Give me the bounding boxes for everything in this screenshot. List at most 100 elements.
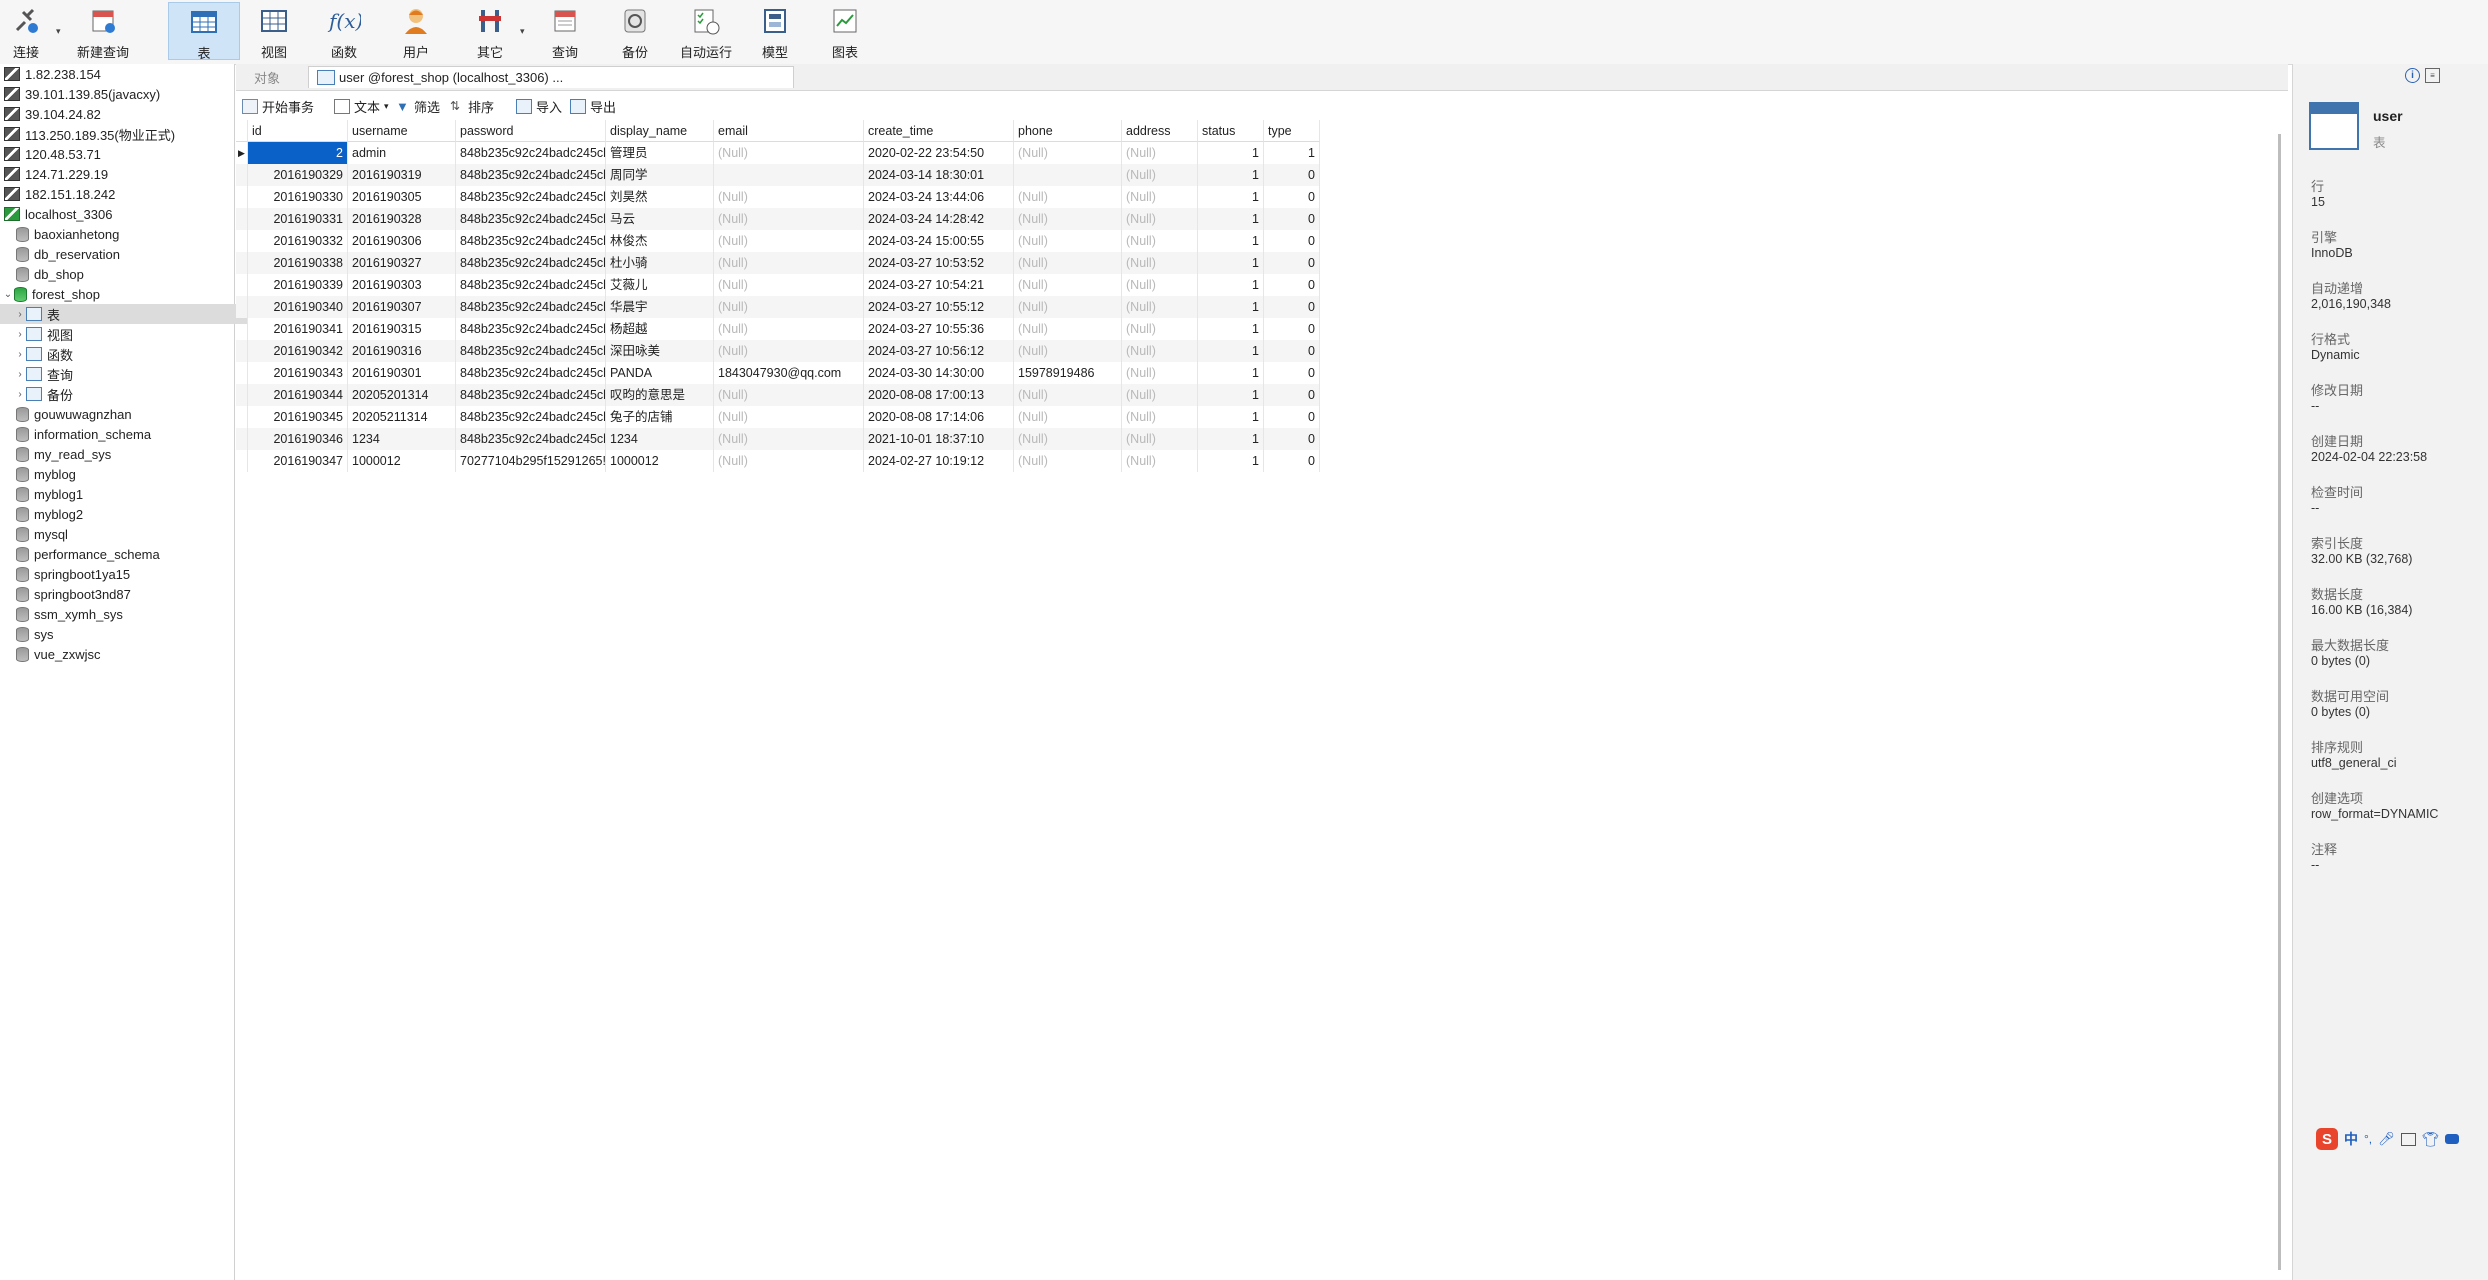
grid-cell[interactable]: 1 bbox=[1198, 362, 1264, 384]
grid-cell[interactable]: 2024-03-27 10:54:21 bbox=[864, 274, 1014, 296]
collapse-arrow-icon[interactable]: › bbox=[14, 389, 26, 400]
grid-cell[interactable]: 2016190307 bbox=[348, 296, 456, 318]
sort-button[interactable]: ⇅ 排序 bbox=[450, 96, 494, 116]
grid-cell[interactable]: (Null) bbox=[714, 208, 864, 230]
tree-forest-child[interactable]: › 视图 bbox=[0, 324, 248, 344]
grid-cell[interactable]: (Null) bbox=[1014, 296, 1122, 318]
tree-database[interactable]: my_read_sys bbox=[0, 444, 250, 464]
grid-cell[interactable]: (Null) bbox=[1122, 318, 1198, 340]
grid-cell[interactable]: 2020-08-08 17:00:13 bbox=[864, 384, 1014, 406]
grid-cell[interactable]: 848b235c92c24badc245cl bbox=[456, 384, 606, 406]
grid-cell[interactable]: (Null) bbox=[714, 340, 864, 362]
column-header[interactable]: password bbox=[456, 120, 606, 142]
toolbar-button-new-query[interactable]: 新建查询 bbox=[70, 2, 136, 60]
grid-cell[interactable]: 848b235c92c24badc245cl bbox=[456, 230, 606, 252]
grid-cell[interactable]: (Null) bbox=[1122, 230, 1198, 252]
grid-cell[interactable]: 2024-03-24 15:00:55 bbox=[864, 230, 1014, 252]
toolbar-button-model[interactable]: 模型 bbox=[752, 2, 798, 60]
grid-cell[interactable]: 深田咏美 bbox=[606, 340, 714, 362]
grid-cell[interactable]: (Null) bbox=[1122, 450, 1198, 472]
grid-cell[interactable]: 0 bbox=[1264, 230, 1320, 252]
chevron-down-icon[interactable]: ▾ bbox=[56, 26, 61, 37]
expand-arrow-icon[interactable]: ⌄ bbox=[2, 289, 14, 300]
grid-cell[interactable]: 2016190301 bbox=[348, 362, 456, 384]
tree-database[interactable]: gouwuwagnzhan bbox=[0, 404, 250, 424]
grid-cell[interactable]: 2016190347 bbox=[248, 450, 348, 472]
grid-cell[interactable]: (Null) bbox=[1122, 186, 1198, 208]
grid-cell[interactable]: (Null) bbox=[1014, 406, 1122, 428]
grid-cell[interactable]: 兔子的店铺 bbox=[606, 406, 714, 428]
grid-cell[interactable]: 2016190306 bbox=[348, 230, 456, 252]
grid-cell[interactable]: (Null) bbox=[714, 230, 864, 252]
grid-cell[interactable]: (Null) bbox=[714, 450, 864, 472]
grid-cell[interactable]: 848b235c92c24badc245cl bbox=[456, 274, 606, 296]
grid-cell[interactable]: 0 bbox=[1264, 406, 1320, 428]
grid-cell[interactable]: 1 bbox=[1198, 428, 1264, 450]
grid-cell[interactable]: 1 bbox=[1198, 318, 1264, 340]
tree-database[interactable]: myblog bbox=[0, 464, 250, 484]
grid-cell[interactable]: (Null) bbox=[1122, 274, 1198, 296]
grid-cell[interactable]: 848b235c92c24badc245cl bbox=[456, 318, 606, 340]
grid-cell[interactable]: 2024-03-27 10:56:12 bbox=[864, 340, 1014, 362]
grid-cell[interactable]: 2016190328 bbox=[348, 208, 456, 230]
grid-cell[interactable]: 2016190327 bbox=[348, 252, 456, 274]
column-header[interactable]: email bbox=[714, 120, 864, 142]
filter-button[interactable]: ▼ 筛选 bbox=[396, 96, 440, 116]
table-row[interactable]: 2016190343 2016190301 848b235c92c24badc245… bbox=[236, 362, 1320, 384]
grid-cell[interactable]: 2016190339 bbox=[248, 274, 348, 296]
tree-database[interactable]: springboot1ya15 bbox=[0, 564, 250, 584]
tree-database[interactable]: mysql bbox=[0, 524, 250, 544]
grid-cell[interactable]: 杜小骑 bbox=[606, 252, 714, 274]
grid-cell[interactable]: 20205201314 bbox=[348, 384, 456, 406]
grid-cell[interactable]: 848b235c92c24badc245cl bbox=[456, 252, 606, 274]
table-row[interactable]: 2016190340 2016190307 848b235c92c24badc245… bbox=[236, 296, 1320, 318]
grid-cell[interactable]: 0 bbox=[1264, 164, 1320, 186]
column-header[interactable]: id bbox=[248, 120, 348, 142]
tree-connection[interactable]: 124.71.229.19 bbox=[0, 164, 238, 184]
table-row[interactable]: 2016190341 2016190315 848b235c92c24badc245… bbox=[236, 318, 1320, 340]
grid-cell[interactable]: (Null) bbox=[1122, 428, 1198, 450]
grid-cell[interactable]: 2016190315 bbox=[348, 318, 456, 340]
table-row[interactable]: 2016190330 2016190305 848b235c92c24badc245… bbox=[236, 186, 1320, 208]
grid-cell[interactable]: 马云 bbox=[606, 208, 714, 230]
grid-cell[interactable]: 周同学 bbox=[606, 164, 714, 186]
chevron-down-icon[interactable]: ▾ bbox=[520, 26, 525, 37]
collapse-arrow-icon[interactable]: › bbox=[14, 329, 26, 340]
column-header[interactable]: status bbox=[1198, 120, 1264, 142]
tree-database[interactable]: performance_schema bbox=[0, 544, 250, 564]
grid-cell[interactable]: (Null) bbox=[1014, 450, 1122, 472]
grid-cell[interactable]: PANDA bbox=[606, 362, 714, 384]
grid-cell[interactable]: 2024-03-14 18:30:01 bbox=[864, 164, 1014, 186]
grid-cell[interactable]: 848b235c92c24badc245cl bbox=[456, 142, 606, 164]
grid-cell[interactable]: 刘昊然 bbox=[606, 186, 714, 208]
tree-database[interactable]: myblog2 bbox=[0, 504, 250, 524]
grid-cell[interactable]: 1843047930@qq.com bbox=[714, 362, 864, 384]
grid-cell[interactable]: 848b235c92c24badc245cl bbox=[456, 164, 606, 186]
column-header[interactable]: create_time bbox=[864, 120, 1014, 142]
grid-cell[interactable]: 848b235c92c24badc245cl bbox=[456, 296, 606, 318]
grid-cell[interactable]: 2024-03-27 10:53:52 bbox=[864, 252, 1014, 274]
tree-connection[interactable]: 113.250.189.35(物业正式) bbox=[0, 124, 238, 144]
grid-cell[interactable]: 2024-03-30 14:30:00 bbox=[864, 362, 1014, 384]
grid-cell[interactable]: (Null) bbox=[1014, 340, 1122, 362]
grid-cell[interactable]: (Null) bbox=[714, 252, 864, 274]
grid-cell[interactable]: 2020-08-08 17:14:06 bbox=[864, 406, 1014, 428]
table-row[interactable]: 2016190338 2016190327 848b235c92c24badc245… bbox=[236, 252, 1320, 274]
grid-cell[interactable]: 848b235c92c24badc245cl bbox=[456, 340, 606, 362]
toolbar-button-automation[interactable]: 自动运行 bbox=[676, 2, 736, 60]
tree-database[interactable]: vue_zxwjsc bbox=[0, 644, 250, 664]
tree-connection[interactable]: 39.101.139.85(javacxy) bbox=[0, 84, 238, 104]
toolbar-button-tools[interactable]: 其它 bbox=[464, 2, 516, 60]
grid-cell[interactable]: 848b235c92c24badc245cl bbox=[456, 362, 606, 384]
grid-cell[interactable]: 848b235c92c24badc245cl bbox=[456, 186, 606, 208]
tree-database[interactable]: baoxianhetong bbox=[0, 224, 250, 244]
table-row[interactable]: 2016190329 2016190319 848b235c92c24badc245… bbox=[236, 164, 1320, 186]
grid-cell[interactable]: 2024-03-27 10:55:12 bbox=[864, 296, 1014, 318]
grid-cell[interactable]: 2016190342 bbox=[248, 340, 348, 362]
grid-cell[interactable]: 1 bbox=[1198, 142, 1264, 164]
grid-cell[interactable]: (Null) bbox=[714, 384, 864, 406]
table-row[interactable]: ▶ 2 admin 848b235c92c24badc245cl 管理员 (Null) 20… bbox=[236, 142, 1320, 164]
toolbar-button-table[interactable]: 表 bbox=[168, 2, 240, 61]
grid-cell[interactable]: 0 bbox=[1264, 384, 1320, 406]
grid-cell[interactable]: (Null) bbox=[714, 318, 864, 340]
